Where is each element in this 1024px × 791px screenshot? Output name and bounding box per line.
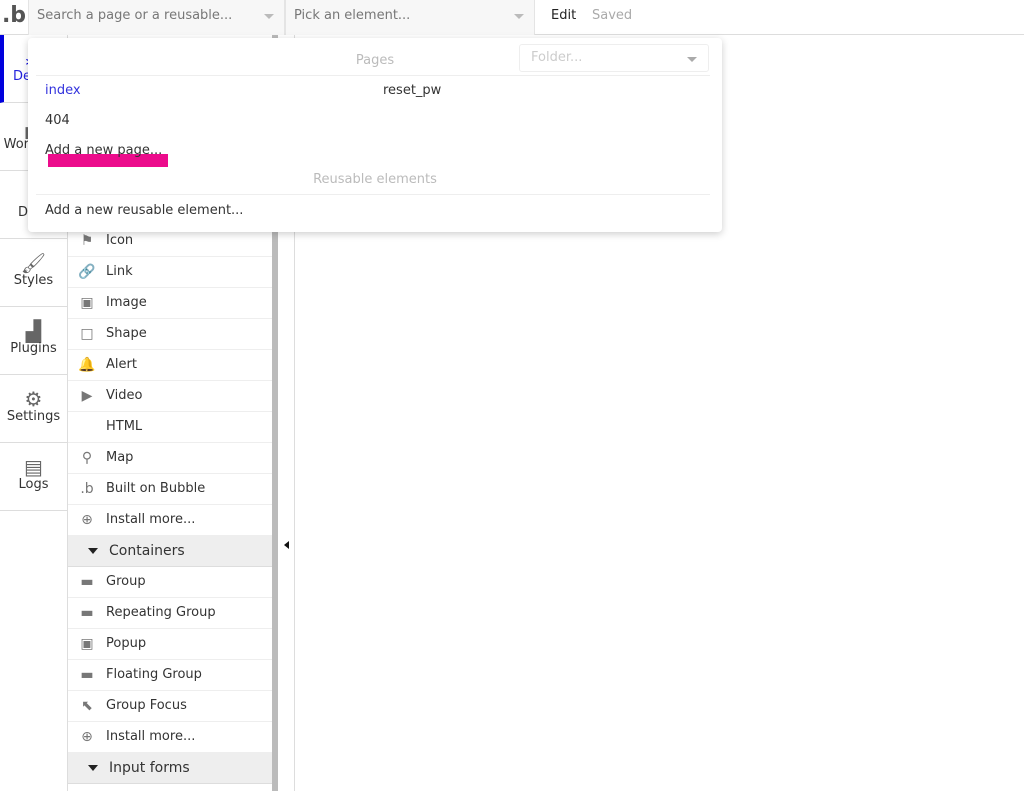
video-icon: ▶ [81, 388, 93, 404]
element-label: Group [106, 574, 146, 589]
element-label: Shape [106, 326, 147, 341]
chevron-down-icon [514, 14, 524, 19]
map-pin-icon: ⚲ [81, 450, 93, 466]
page-search-select[interactable]: Search a page or a reusable... [28, 0, 285, 35]
element-label: Image [106, 295, 147, 310]
element-item-image[interactable]: ▣ Image [68, 288, 272, 319]
collapse-arrow-icon[interactable] [284, 541, 289, 549]
element-item-alert[interactable]: 🔔 Alert [68, 350, 272, 381]
section-containers[interactable]: Containers [68, 536, 272, 567]
folder-placeholder: Folder... [531, 50, 583, 65]
add-reusable-button[interactable]: Add a new reusable element... [45, 203, 243, 218]
nav-item-plugins[interactable]: ▟ Plugins [0, 307, 67, 375]
caret-down-icon [88, 765, 98, 771]
nav-item-styles[interactable]: 🖌 Styles [0, 239, 67, 307]
bell-icon: 🔔 [78, 357, 96, 373]
image-icon: ▣ [80, 295, 94, 311]
section-label: Input forms [109, 760, 190, 776]
element-item-html[interactable]: HTML [68, 412, 272, 443]
element-item-link[interactable]: 🔗 Link [68, 257, 272, 288]
folders-icon: ▬ [80, 605, 94, 621]
element-item-shape[interactable]: □ Shape [68, 319, 272, 350]
element-picker-select[interactable]: Pick an element... [285, 0, 535, 35]
folder-select[interactable]: Folder... [519, 44, 709, 72]
element-item-popup[interactable]: ▣ Popup [68, 629, 272, 660]
chevron-down-icon [687, 57, 697, 62]
element-label: Built on Bubble [106, 481, 206, 496]
nav-item-settings[interactable]: ⚙ Settings [0, 375, 67, 443]
floating-folder-icon: ▬ [80, 667, 94, 683]
plug-icon: ▟ [25, 319, 42, 343]
page-dropdown: Pages Folder... index reset_pw 404 Add a… [28, 38, 722, 232]
element-label: Popup [106, 636, 147, 651]
page-item-reset-pw[interactable]: reset_pw [383, 83, 441, 98]
element-item-video[interactable]: ▶ Video [68, 381, 272, 412]
element-item-group[interactable]: ▬ Group [68, 567, 272, 598]
nav-item-label: Plugins [10, 341, 57, 356]
element-label: Link [106, 264, 133, 279]
gear-icon: ⚙ [24, 387, 43, 411]
edit-menu[interactable]: Edit [551, 0, 576, 32]
element-item-install-more[interactable]: ⊕ Install more... [68, 722, 272, 753]
element-label: Video [106, 388, 143, 403]
divider [36, 75, 710, 76]
element-label: Alert [106, 357, 137, 372]
reusable-header: Reusable elements [313, 172, 437, 187]
bubble-logo[interactable]: .b [0, 0, 28, 35]
page-item-404[interactable]: 404 [45, 113, 70, 128]
element-item-map[interactable]: ⚲ Map [68, 443, 272, 474]
plus-circle-icon: ⊕ [81, 512, 93, 528]
element-label: Install more... [106, 512, 196, 527]
element-item-install-more[interactable]: ⊕ Install more... [68, 505, 272, 536]
element-label: Map [106, 450, 134, 465]
nav-item-label: Styles [13, 273, 54, 288]
folder-cursor-icon: ⬉ [81, 698, 93, 714]
link-icon: 🔗 [78, 264, 96, 280]
element-label: HTML [106, 419, 143, 434]
element-label: Group Focus [106, 698, 187, 713]
brush-icon: 🖌 [20, 251, 47, 275]
element-label: Install more... [106, 729, 196, 744]
top-bar: .b Search a page or a reusable... Pick a… [0, 0, 1024, 35]
nav-item-label: Logs [18, 477, 49, 492]
element-item-floating-group[interactable]: ▬ Floating Group [68, 660, 272, 691]
folder-icon: ▬ [80, 574, 94, 590]
caret-down-icon [88, 548, 98, 554]
element-label: Repeating Group [106, 605, 216, 620]
square-icon: □ [80, 326, 94, 342]
popup-icon: ▣ [80, 636, 94, 652]
section-label: Containers [109, 543, 185, 559]
element-item-repeating-group[interactable]: ▬ Repeating Group [68, 598, 272, 629]
bubble-logo-icon: .b [80, 481, 94, 497]
element-item-group-focus[interactable]: ⬉ Group Focus [68, 691, 272, 722]
element-label: Floating Group [106, 667, 202, 682]
add-page-button[interactable]: Add a new page... [45, 143, 162, 158]
section-input-forms[interactable]: Input forms [68, 753, 272, 784]
page-search-placeholder: Search a page or a reusable... [37, 8, 233, 23]
plus-circle-icon: ⊕ [81, 729, 93, 745]
nav-item-logs[interactable]: ▤ Logs [0, 443, 67, 511]
chevron-down-icon [264, 14, 274, 19]
document-icon: ▤ [24, 455, 43, 479]
nav-item-label: Settings [6, 409, 61, 424]
element-item-built-on-bubble[interactable]: .b Built on Bubble [68, 474, 272, 505]
page-item-index[interactable]: index [45, 83, 81, 98]
element-picker-placeholder: Pick an element... [294, 8, 411, 23]
divider [36, 194, 710, 195]
save-status: Saved [592, 8, 633, 23]
